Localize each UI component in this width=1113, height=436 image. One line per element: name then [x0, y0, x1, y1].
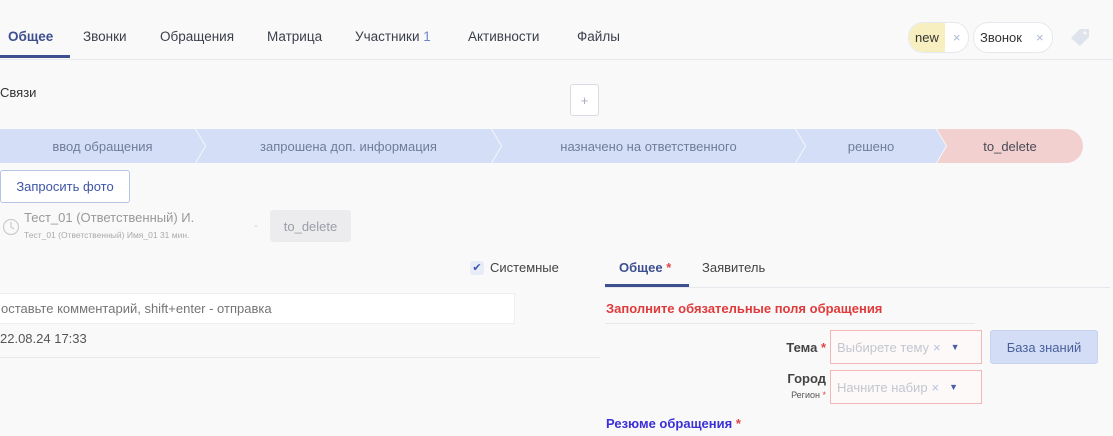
system-checkbox[interactable]: ✔ — [470, 261, 484, 275]
topic-label: Тема * — [760, 340, 826, 355]
add-link-button[interactable]: + — [570, 84, 599, 116]
tag-new: new × — [908, 22, 970, 53]
system-checkbox-label: Системные — [490, 260, 559, 275]
divider — [605, 323, 975, 324]
request-photo-button[interactable]: Запросить фото — [0, 170, 130, 203]
active-tab-indicator — [0, 55, 70, 58]
participants-count: 1 — [423, 29, 431, 44]
active-form-tab-indicator — [605, 284, 689, 287]
required-mark: * — [666, 260, 672, 275]
pipeline-step-current[interactable]: to_delete — [937, 129, 1083, 163]
knowledge-base-button[interactable]: База знаний — [990, 330, 1098, 364]
activity-author: Тест_01 (Ответственный) И. — [24, 210, 195, 225]
comment-input[interactable] — [0, 293, 515, 324]
required-fields-warning: Заполните обязательные поля обращения — [606, 301, 883, 316]
tab-activities[interactable]: Активности — [468, 29, 539, 44]
tag-icon[interactable] — [1068, 26, 1092, 51]
pipeline-step[interactable]: запрошена доп. информация — [196, 129, 501, 163]
label-text: Тема — [786, 340, 818, 355]
links-title: Связи — [0, 85, 37, 100]
form-tab-general[interactable]: Общее * — [619, 260, 671, 275]
tab-general[interactable]: Общее — [8, 29, 53, 44]
activity-subtext: Тест_01 (Ответственный) Имя_01 31 мин. — [24, 230, 190, 240]
pipeline-step[interactable]: решено — [796, 129, 946, 163]
tab-label: Участники — [355, 29, 420, 44]
label-text: Резюме обращения — [606, 416, 733, 431]
form-tab-applicant[interactable]: Заявитель — [702, 260, 765, 275]
clock-icon — [2, 218, 20, 239]
chevron-down-icon[interactable]: ▼ — [949, 382, 958, 392]
summary-label: Резюме обращения * — [606, 416, 741, 431]
topic-select[interactable]: Выбирете тему × ▼ — [830, 330, 982, 364]
close-icon[interactable]: × — [945, 30, 969, 45]
tab-calls[interactable]: Звонки — [83, 29, 127, 44]
tab-matrix[interactable]: Матрица — [267, 29, 322, 44]
tag-label: Звонок — [980, 30, 1022, 45]
pipeline-step[interactable]: ввод обращения — [0, 129, 205, 163]
tag-call: Звонок × — [973, 22, 1053, 53]
pipeline-step[interactable]: назначено на ответственного — [492, 129, 805, 163]
tab-participants[interactable]: Участники 1 — [355, 29, 431, 44]
close-icon[interactable]: × — [1028, 30, 1052, 45]
city-select[interactable]: Начните набир × ▼ — [830, 370, 982, 404]
clear-icon[interactable]: × — [933, 340, 941, 355]
region-label: Регион * — [760, 390, 826, 400]
city-placeholder: Начните набир — [837, 379, 928, 395]
tab-label: Общее — [619, 260, 663, 275]
topic-placeholder: Выбирете тему — [837, 339, 930, 355]
status-badge: to_delete — [270, 210, 351, 242]
comment-date: 22.08.24 17:33 — [0, 331, 87, 346]
separator: - — [254, 220, 258, 232]
tabs-divider — [0, 59, 1113, 60]
tab-requests[interactable]: Обращения — [160, 29, 234, 44]
required-mark: * — [735, 416, 741, 431]
chevron-down-icon[interactable]: ▼ — [951, 342, 960, 352]
city-label: Город — [787, 371, 826, 386]
label-text: Регион — [791, 390, 820, 400]
clear-icon[interactable]: × — [932, 380, 940, 395]
required-mark: * — [822, 390, 826, 400]
form-tabs-divider — [605, 287, 1110, 288]
divider — [0, 357, 600, 358]
tag-label: new — [909, 23, 945, 52]
required-mark: * — [820, 340, 826, 355]
tab-files[interactable]: Файлы — [577, 29, 620, 44]
